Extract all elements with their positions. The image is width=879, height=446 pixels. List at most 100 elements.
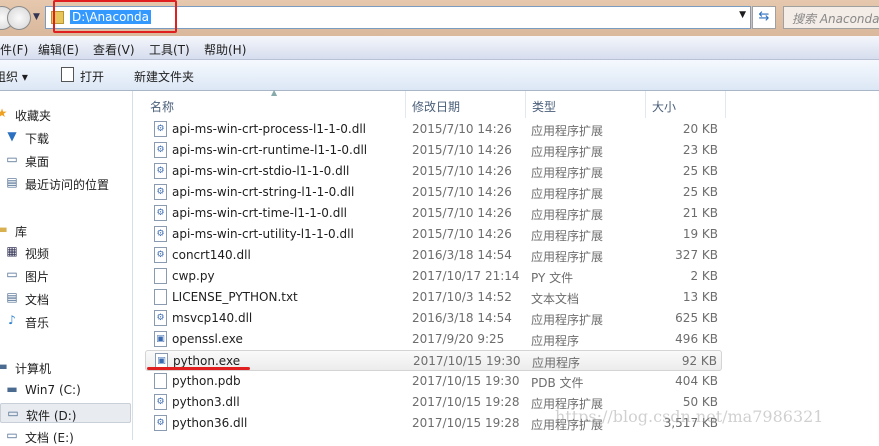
- menu-help[interactable]: 帮助(H): [204, 41, 246, 58]
- file-type: 应用程序: [531, 334, 580, 348]
- column-type[interactable]: 类型: [532, 98, 556, 115]
- file-row[interactable]: ⚙ msvcp140.dll 2016/3/18 14:54 应用程序扩展 62…: [145, 308, 722, 329]
- new-folder-button[interactable]: 新建文件夹: [134, 68, 194, 85]
- menu-edit[interactable]: 编辑(E): [38, 41, 79, 58]
- file-row[interactable]: python.pdb 2017/10/15 19:30 PDB 文件 404 K…: [145, 371, 722, 392]
- file-name: api-ms-win-crt-runtime-l1-1-0.dll: [172, 143, 368, 157]
- sidebar-item-label: 图片: [25, 270, 50, 284]
- file-type: 应用程序扩展: [531, 145, 604, 159]
- file-date: 2015/7/10 14:26: [412, 143, 512, 157]
- file-size: 327 KB: [675, 248, 718, 262]
- sidebar-item[interactable]: ▦ 视频: [0, 242, 131, 262]
- open-button[interactable]: 打开: [80, 68, 104, 85]
- menu-tools[interactable]: 工具(T): [149, 41, 190, 58]
- file-size: 625 KB: [675, 311, 718, 325]
- file-name: api-ms-win-crt-utility-l1-1-0.dll: [172, 227, 354, 241]
- file-size: 13 KB: [682, 290, 718, 304]
- sidebar-item[interactable]: ▭ 软件 (D:): [0, 403, 131, 423]
- file-date: 2017/10/3 14:52: [412, 290, 512, 304]
- sidebar-item[interactable]: ▭ 文档 (E:): [0, 426, 131, 446]
- file-date: 2015/7/10 14:26: [412, 164, 512, 178]
- file-name: cwp.py: [172, 269, 215, 283]
- file-name: openssl.exe: [172, 332, 243, 346]
- address-dropdown-icon[interactable]: ▼: [739, 10, 746, 20]
- file-size: 19 KB: [682, 227, 718, 241]
- star-icon: ★: [0, 106, 8, 120]
- file-date: 2017/9/20 9:25: [412, 332, 505, 346]
- file-date: 2017/10/15 19:28: [412, 416, 520, 430]
- sidebar-item-label: 最近访问的位置: [25, 178, 110, 192]
- open-app-icon: [61, 67, 74, 82]
- file-row[interactable]: ⚙ api-ms-win-crt-stdio-l1-1-0.dll 2015/7…: [145, 161, 722, 182]
- sidebar-item[interactable]: ▬ Win7 (C:): [0, 380, 131, 400]
- file-size: 20 KB: [682, 122, 718, 136]
- sidebar-item-label: 视频: [25, 247, 50, 261]
- recent-places-icon: ▤: [6, 175, 18, 189]
- sidebar-item[interactable]: ▤ 文档: [0, 288, 131, 308]
- navigation-pane: ★ 收藏夹 ▼ 下载 ▭ 桌面 ▤ 最近访问的位置 ▬ 库 ▦ 视频 ▭ 图片 ▤ 文档 ♪ 音乐 ▬ 计算机 ▬ Win…: [0, 91, 133, 445]
- command-bar: 组织 ▾ 打开 新建文件夹: [0, 60, 879, 91]
- watermark: https://blog.csdn.net/ma7986321: [555, 407, 824, 426]
- dll-icon: ⚙: [154, 184, 167, 200]
- file-row[interactable]: LICENSE_PYTHON.txt 2017/10/3 14:52 文本文档 …: [145, 287, 722, 308]
- dll-icon: ⚙: [154, 247, 167, 263]
- sidebar-item-label: 音乐: [25, 316, 50, 330]
- dll-icon: ⚙: [154, 205, 167, 221]
- forward-button[interactable]: [7, 6, 31, 30]
- file-row[interactable]: ▣ openssl.exe 2017/9/20 9:25 应用程序 496 KB: [145, 329, 722, 350]
- dll-icon: ⚙: [154, 163, 167, 179]
- menu-view[interactable]: 查看(V): [93, 41, 135, 58]
- dll-icon: ⚙: [154, 415, 167, 431]
- file-row[interactable]: ⚙ api-ms-win-crt-process-l1-1-0.dll 2015…: [145, 119, 722, 140]
- file-date: 2017/10/17 21:14: [412, 269, 520, 283]
- file-icon: [154, 373, 167, 389]
- file-date: 2015/7/10 14:26: [412, 122, 512, 136]
- sidebar-item-label: 收藏夹: [15, 109, 52, 123]
- sidebar-item-label: 计算机: [15, 362, 52, 376]
- file-type: 应用程序扩展: [531, 124, 604, 138]
- file-name: api-ms-win-crt-stdio-l1-1-0.dll: [172, 164, 350, 178]
- column-name[interactable]: 名称: [150, 98, 174, 115]
- sidebar-item[interactable]: ▭ 图片: [0, 265, 131, 285]
- sidebar-item[interactable]: ▬ 库: [0, 220, 131, 240]
- file-size: 496 KB: [675, 332, 718, 346]
- sidebar-item[interactable]: ♪ 音乐: [0, 311, 131, 331]
- menu-file[interactable]: 件(F): [0, 41, 28, 58]
- document-icon: ▤: [6, 290, 18, 304]
- file-type: 应用程序: [532, 356, 581, 370]
- refresh-icon[interactable]: ⇆: [752, 6, 776, 29]
- file-name: api-ms-win-crt-process-l1-1-0.dll: [172, 122, 366, 136]
- history-dropdown-icon[interactable]: ▼: [33, 12, 40, 22]
- sidebar-item[interactable]: ▤ 最近访问的位置: [0, 173, 131, 193]
- file-row[interactable]: ⚙ concrt140.dll 2016/3/18 14:54 应用程序扩展 3…: [145, 245, 722, 266]
- file-date: 2015/7/10 14:26: [412, 227, 512, 241]
- sidebar-item[interactable]: ▼ 下载: [0, 127, 131, 147]
- file-type: 应用程序扩展: [531, 187, 604, 201]
- file-row[interactable]: ⚙ api-ms-win-crt-time-l1-1-0.dll 2015/7/…: [145, 203, 722, 224]
- column-date[interactable]: 修改日期: [412, 98, 460, 115]
- file-row[interactable]: cwp.py 2017/10/17 21:14 PY 文件 2 KB: [145, 266, 722, 287]
- file-date: 2015/7/10 14:26: [412, 185, 512, 199]
- file-date: 2016/3/18 14:54: [412, 311, 512, 325]
- file-row[interactable]: ⚙ api-ms-win-crt-runtime-l1-1-0.dll 2015…: [145, 140, 722, 161]
- file-type: 应用程序扩展: [531, 229, 604, 243]
- file-name: api-ms-win-crt-time-l1-1-0.dll: [172, 206, 347, 220]
- file-type: PY 文件: [531, 271, 574, 285]
- dll-icon: ⚙: [154, 394, 167, 410]
- sidebar-item[interactable]: ▬ 计算机: [0, 357, 131, 377]
- sidebar-item[interactable]: ▭ 桌面: [0, 150, 131, 170]
- organize-button[interactable]: 组织 ▾: [0, 68, 28, 85]
- file-size: 92 KB: [681, 354, 717, 368]
- file-type: 应用程序扩展: [531, 313, 604, 327]
- file-size: 21 KB: [682, 206, 718, 220]
- search-input[interactable]: 搜索 Anaconda: [783, 6, 879, 29]
- file-date: 2016/3/18 14:54: [412, 248, 512, 262]
- file-type: PDB 文件: [531, 376, 584, 390]
- file-name: api-ms-win-crt-string-l1-1-0.dll: [172, 185, 355, 199]
- file-row[interactable]: ⚙ api-ms-win-crt-string-l1-1-0.dll 2015/…: [145, 182, 722, 203]
- column-size[interactable]: 大小: [652, 98, 676, 115]
- file-size: 25 KB: [682, 164, 718, 178]
- sidebar-item[interactable]: ★ 收藏夹: [0, 104, 131, 124]
- file-name: msvcp140.dll: [172, 311, 253, 325]
- file-row[interactable]: ⚙ api-ms-win-crt-utility-l1-1-0.dll 2015…: [145, 224, 722, 245]
